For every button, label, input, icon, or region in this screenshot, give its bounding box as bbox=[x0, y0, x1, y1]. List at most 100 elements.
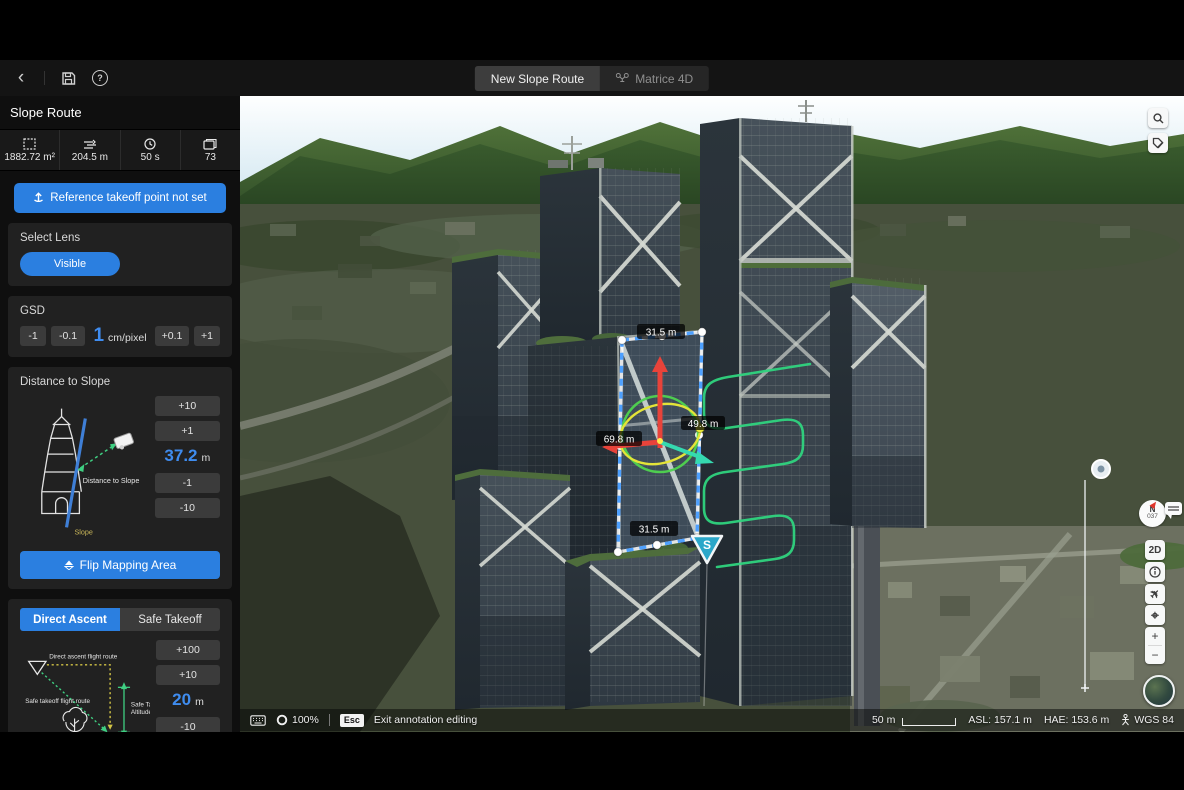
tab-safe-takeoff[interactable]: Safe Takeoff bbox=[120, 608, 220, 631]
distance-arrow bbox=[80, 445, 114, 468]
view-2d-button[interactable]: 2D bbox=[1145, 540, 1165, 560]
info-button[interactable] bbox=[1145, 562, 1165, 582]
zoom-control: + − bbox=[1145, 627, 1165, 664]
reference-takeoff-button[interactable]: Reference takeoff point not set bbox=[14, 183, 226, 213]
status-bar: 100% Esc Exit annotation editing 50 m AS… bbox=[240, 709, 1184, 731]
distance-to-slope-section: Distance to Slope Distance to Slope Slop… bbox=[8, 367, 232, 589]
tower-front-center bbox=[565, 547, 700, 710]
info-icon bbox=[1149, 566, 1161, 578]
tab-matrice-4d[interactable]: Matrice 4D bbox=[600, 66, 709, 91]
search-icon bbox=[1153, 113, 1164, 124]
divider bbox=[44, 71, 45, 85]
datum-label: WGS 84 bbox=[1134, 714, 1174, 726]
esc-key-badge: Esc bbox=[340, 714, 364, 727]
scale-indicator: 50 m bbox=[872, 714, 956, 726]
takeoff-point-icon bbox=[33, 192, 44, 204]
locate-icon: ⌖ bbox=[1151, 607, 1159, 624]
gsd-value[interactable]: 1 bbox=[93, 325, 104, 347]
distance-minus-1-button[interactable]: -1 bbox=[155, 473, 220, 493]
direct-route-label: Direct ascent flight route bbox=[49, 654, 118, 661]
gsd-plus-1-button[interactable]: +1 bbox=[194, 326, 220, 346]
lens-visible-option[interactable]: Visible bbox=[20, 252, 120, 276]
map-3d-view[interactable]: 31.5 m 31.5 m 69.8 m 49.8 m S bbox=[240, 96, 1184, 732]
altitude-minus-10-button[interactable]: -10 bbox=[156, 717, 220, 732]
distance-plus-1-button[interactable]: +1 bbox=[155, 421, 220, 441]
top-width-label: 31.5 m bbox=[646, 328, 677, 339]
tab-label: Matrice 4D bbox=[635, 72, 693, 86]
tree-icon bbox=[63, 707, 87, 732]
altitude-label: Safe Takeoff bbox=[131, 701, 150, 708]
slope-line bbox=[67, 419, 86, 528]
takeoff-mode-section: Direct Ascent Safe Takeoff Direct ascent… bbox=[8, 599, 232, 732]
altitude-value[interactable]: 20 bbox=[172, 690, 191, 710]
topbar: ‹ ? New Slope Route Matrice 4D bbox=[0, 60, 1184, 96]
slope-label: Slope bbox=[74, 527, 92, 536]
annotation-tool-button[interactable] bbox=[1148, 133, 1168, 153]
help-icon[interactable]: ? bbox=[91, 69, 109, 87]
zoom-out-button[interactable]: − bbox=[1145, 646, 1165, 664]
takeoff-mode-diagram: Direct ascent flight route Safe takeoff … bbox=[20, 640, 150, 732]
bottom-width-label: 31.5 m bbox=[639, 525, 670, 536]
page-title: Slope Route bbox=[0, 96, 240, 129]
search-button[interactable] bbox=[1148, 108, 1168, 128]
hae-readout: HAE: 153.6 m bbox=[1044, 714, 1109, 726]
distance-plus-10-button[interactable]: +10 bbox=[155, 396, 220, 416]
zoom-percent: 100% bbox=[292, 714, 319, 726]
mission-stats: 1882.72 m² 204.5 m 50 s 73 bbox=[0, 129, 240, 171]
gsd-label: GSD bbox=[20, 305, 220, 317]
svg-text:Altitude: Altitude bbox=[131, 709, 150, 716]
right-distance-label: 49.8 m bbox=[688, 419, 719, 430]
tower-front-left bbox=[455, 469, 570, 710]
basemap-globe-button[interactable] bbox=[1143, 675, 1175, 707]
scene-zoom[interactable]: 100% bbox=[276, 714, 319, 726]
distance-minus-10-button[interactable]: -10 bbox=[155, 498, 220, 518]
distance-unit: m bbox=[202, 452, 211, 464]
save-icon[interactable] bbox=[59, 69, 77, 87]
direct-route-line bbox=[47, 665, 110, 726]
zoom-circle-icon bbox=[276, 714, 288, 726]
stat-length: 204.5 m bbox=[60, 130, 120, 170]
scale-bar bbox=[902, 718, 956, 726]
select-lens-label: Select Lens bbox=[20, 232, 220, 244]
compass-widget[interactable]: N 037 bbox=[1139, 500, 1166, 527]
zoom-in-button[interactable]: + bbox=[1145, 627, 1165, 645]
drone-camera-icon bbox=[114, 433, 135, 451]
annotation-tag-icon bbox=[1152, 137, 1164, 149]
gsd-section: GSD -1 -0.1 1 cm/pixel +0.1 +1 bbox=[8, 296, 232, 357]
takeoff-button-label: Reference takeoff point not set bbox=[50, 192, 206, 204]
back-icon[interactable]: ‹ bbox=[12, 68, 30, 86]
mission-tabs: New Slope Route Matrice 4D bbox=[475, 66, 709, 91]
altitude-unit: m bbox=[195, 696, 204, 708]
waypoint-triangle bbox=[29, 661, 46, 674]
tab-new-slope-route[interactable]: New Slope Route bbox=[475, 66, 600, 91]
distance-value[interactable]: 37.2 bbox=[164, 446, 197, 466]
safe-route-label: Safe takeoff flight route bbox=[25, 698, 90, 705]
stat-area: 1882.72 m² bbox=[0, 130, 60, 170]
photo-count-icon bbox=[203, 138, 217, 150]
altitude-plus-10-button[interactable]: +10 bbox=[156, 665, 220, 685]
flip-mapping-area-button[interactable]: Flip Mapping Area bbox=[20, 551, 220, 579]
datum-indicator: WGS 84 bbox=[1121, 714, 1174, 726]
area-icon bbox=[23, 138, 36, 150]
stat-photos: 73 bbox=[181, 130, 240, 170]
route-length-icon bbox=[83, 138, 97, 150]
esc-hint-label: Exit annotation editing bbox=[374, 714, 477, 726]
drone-icon bbox=[616, 72, 629, 86]
compass-heading: 037 bbox=[1147, 514, 1158, 521]
aircraft-button[interactable]: ✈ bbox=[1145, 584, 1165, 604]
surveyor-icon bbox=[1121, 714, 1130, 726]
gsd-minus-1-button[interactable]: -1 bbox=[20, 326, 46, 346]
scale-value: 50 m bbox=[872, 714, 895, 726]
flip-icon bbox=[64, 560, 74, 570]
plane-icon: ✈ bbox=[1146, 585, 1163, 602]
tab-direct-ascent[interactable]: Direct Ascent bbox=[20, 608, 120, 631]
gsd-minus-01-button[interactable]: -0.1 bbox=[51, 326, 85, 346]
comment-bubble-icon[interactable] bbox=[1165, 502, 1182, 515]
tab-label: New Slope Route bbox=[491, 72, 584, 86]
tower-right bbox=[830, 277, 927, 528]
altitude-plus-100-button[interactable]: +100 bbox=[156, 640, 220, 660]
gsd-plus-01-button[interactable]: +0.1 bbox=[155, 326, 189, 346]
locate-button[interactable]: ⌖ bbox=[1145, 605, 1165, 625]
keyboard-icon[interactable] bbox=[250, 715, 266, 726]
svg-text:S: S bbox=[703, 538, 711, 552]
